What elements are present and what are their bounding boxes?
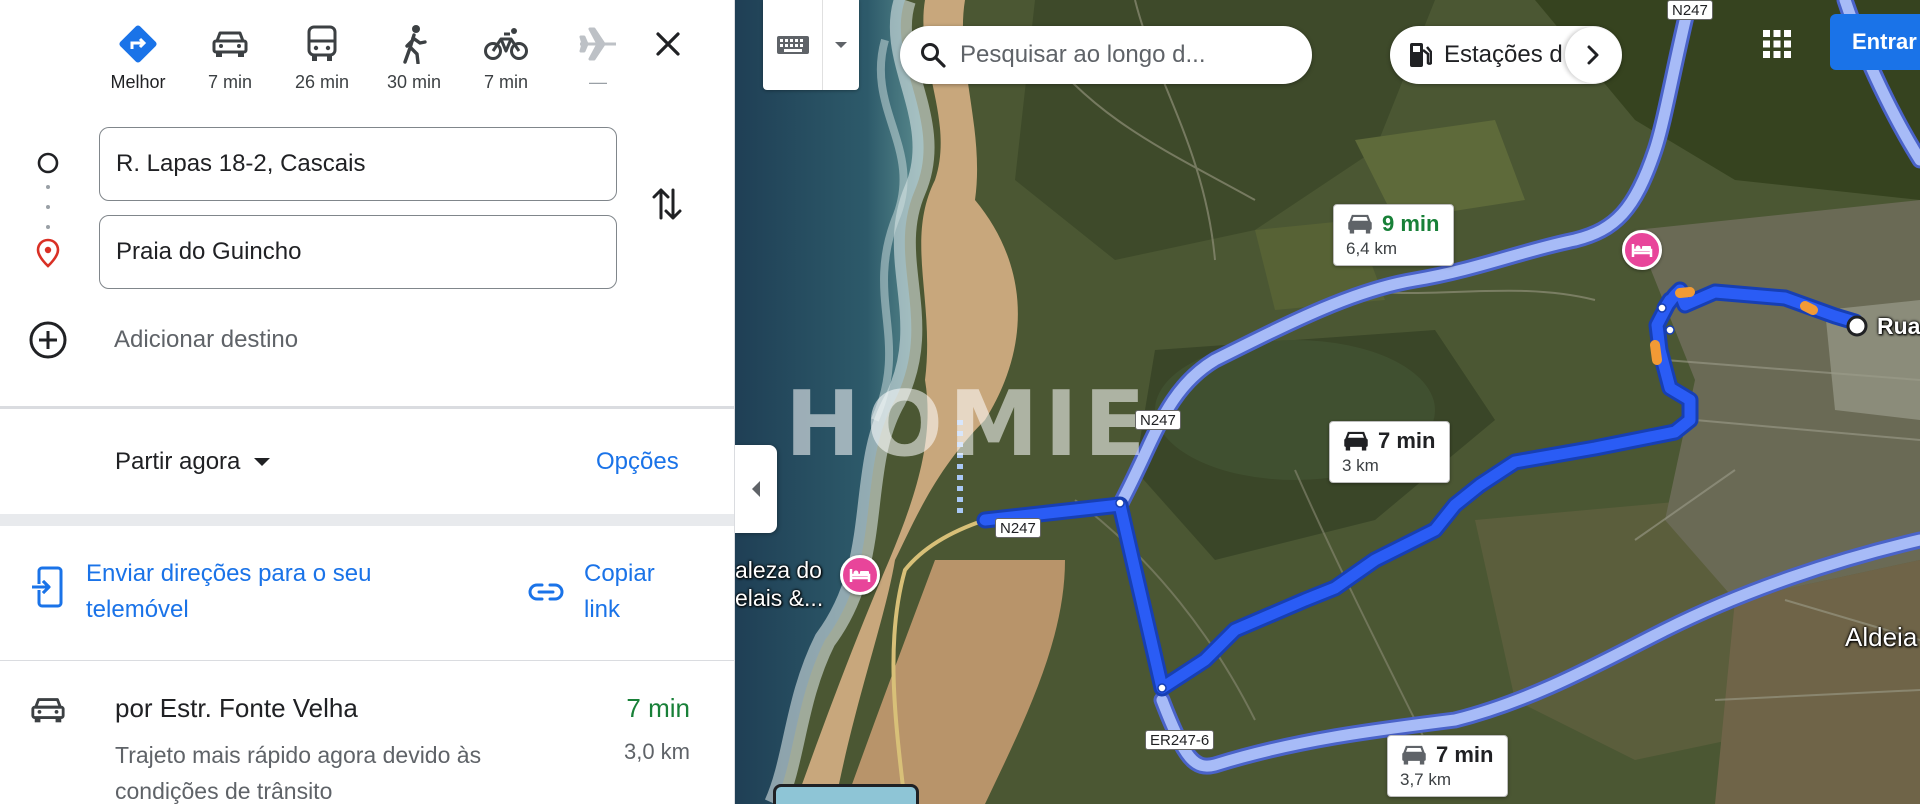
hotel-poi-marker[interactable] (1622, 230, 1662, 270)
road-label: N247 (1667, 0, 1713, 20)
caret-down-icon (254, 458, 271, 466)
map-canvas[interactable]: HOMIE N247 N247 N247 ER247-6 aleza do el… (735, 0, 1920, 804)
depart-time-label: Partir agora (115, 448, 241, 475)
town-place-label: Aldeia (1845, 622, 1918, 652)
send-to-phone-label: Enviar direções para o seu telemóvel (86, 560, 372, 623)
travel-mode-bicycle[interactable]: 7 min (460, 22, 552, 102)
route-time: 7 min (626, 693, 690, 723)
mode-label: 7 min (207, 72, 252, 92)
add-destination-button[interactable]: Adicionar destino (28, 318, 298, 362)
mode-label: 26 min (294, 72, 350, 92)
keyboard-icon (763, 0, 823, 90)
route-title: por Estr. Fonte Velha (115, 693, 358, 723)
alt-route-label[interactable]: 9 min 6,4 km (1333, 204, 1455, 266)
gas-station-icon (1410, 43, 1432, 67)
caret-down-icon (823, 0, 859, 90)
car-icon (1402, 745, 1426, 765)
apps-grid-icon (1763, 30, 1791, 58)
road-label: N247 (1135, 410, 1181, 430)
travel-mode-car[interactable]: 7 min (184, 22, 276, 102)
caret-left-icon (752, 481, 760, 497)
bus-icon (300, 22, 344, 66)
route-description: Trajeto mais rápido agora devido às cond… (115, 742, 482, 804)
travel-mode-tabs: Melhor 7 min 26 min 30 min 7 min — (92, 22, 644, 102)
divider (0, 660, 734, 661)
best-route-icon (116, 22, 160, 66)
close-directions-button[interactable] (648, 24, 688, 64)
car-icon (1348, 214, 1372, 234)
airplane-icon (576, 22, 620, 66)
mode-label: — (589, 72, 607, 92)
origin-circle-icon (30, 145, 66, 181)
bed-icon (849, 569, 871, 582)
google-apps-button[interactable] (1753, 20, 1801, 68)
send-to-phone-icon (32, 566, 63, 608)
mode-label: 30 min (386, 72, 442, 92)
mode-label: Melhor (110, 72, 166, 92)
copy-link-button[interactable]: Copiar link (528, 556, 694, 628)
alt-route-label[interactable]: 7 min 3,7 km (1387, 735, 1509, 797)
chips-next-button[interactable] (1565, 27, 1621, 83)
walk-icon (392, 22, 436, 66)
car-icon (1344, 431, 1368, 451)
chevron-right-icon (1587, 45, 1599, 65)
collapse-panel-button[interactable] (735, 445, 777, 533)
divider (0, 406, 734, 409)
route-distance: 3,7 km (1400, 770, 1452, 789)
travel-mode-transit[interactable]: 26 min (276, 22, 368, 102)
search-icon (921, 43, 946, 68)
chip-label: Estações d (1444, 41, 1563, 68)
car-icon (208, 22, 252, 66)
swap-waypoints-button[interactable] (645, 180, 689, 228)
depart-time-dropdown[interactable]: Partir agora (115, 440, 272, 484)
add-destination-label: Adicionar destino (114, 326, 299, 353)
input-tools-button[interactable] (763, 0, 859, 90)
close-icon (656, 32, 680, 56)
layers-thumbnail-button[interactable] (773, 784, 919, 804)
route-time: 7 min (1378, 428, 1436, 453)
mode-label: 7 min (483, 72, 528, 92)
hotel-poi-marker[interactable] (840, 555, 880, 595)
watermark-text: HOMIE (785, 372, 1152, 477)
send-to-phone-button[interactable]: Enviar direções para o seu telemóvel (30, 556, 446, 628)
directions-panel: Melhor 7 min 26 min 30 min 7 min — R. La… (0, 0, 735, 804)
hotel-place-label: aleza do elais &... (735, 557, 824, 611)
section-divider (0, 514, 734, 526)
travel-mode-best[interactable]: Melhor (92, 22, 184, 102)
search-along-route-input[interactable]: Pesquisar ao longo d... (900, 26, 1312, 84)
selected-route-label[interactable]: 7 min 3 km (1329, 421, 1451, 483)
route-distance: 3,0 km (623, 739, 690, 764)
link-icon (528, 583, 564, 601)
search-placeholder: Pesquisar ao longo d... (960, 41, 1206, 68)
route-distance: 3 km (1342, 456, 1379, 475)
road-label: N247 (995, 518, 1041, 538)
bed-icon (1631, 244, 1653, 257)
travel-mode-walk[interactable]: 30 min (368, 22, 460, 102)
route-options-link[interactable]: Opções (596, 440, 679, 484)
destination-input[interactable]: Praia do Guincho (99, 215, 617, 289)
destination-pin-icon (30, 235, 66, 271)
swap-icon (652, 188, 682, 220)
car-icon (30, 695, 66, 730)
route-time: 9 min (1382, 211, 1440, 236)
route-time: 7 min (1436, 742, 1494, 767)
road-label: ER247-6 (1145, 730, 1215, 750)
copy-link-label: Copiar link (584, 560, 655, 623)
add-circle-icon (29, 321, 67, 359)
route-distance: 6,4 km (1346, 239, 1398, 258)
waypoint-connector (45, 185, 51, 229)
travel-mode-flight[interactable]: — (552, 22, 644, 102)
bicycle-icon (484, 22, 528, 66)
route-option-card[interactable]: por Estr. Fonte Velha Trajeto mais rápid… (0, 665, 734, 804)
origin-place-label: Rua (1877, 313, 1920, 339)
sign-in-button[interactable]: Entrar (1830, 14, 1920, 70)
origin-input[interactable]: R. Lapas 18-2, Cascais (99, 127, 617, 201)
